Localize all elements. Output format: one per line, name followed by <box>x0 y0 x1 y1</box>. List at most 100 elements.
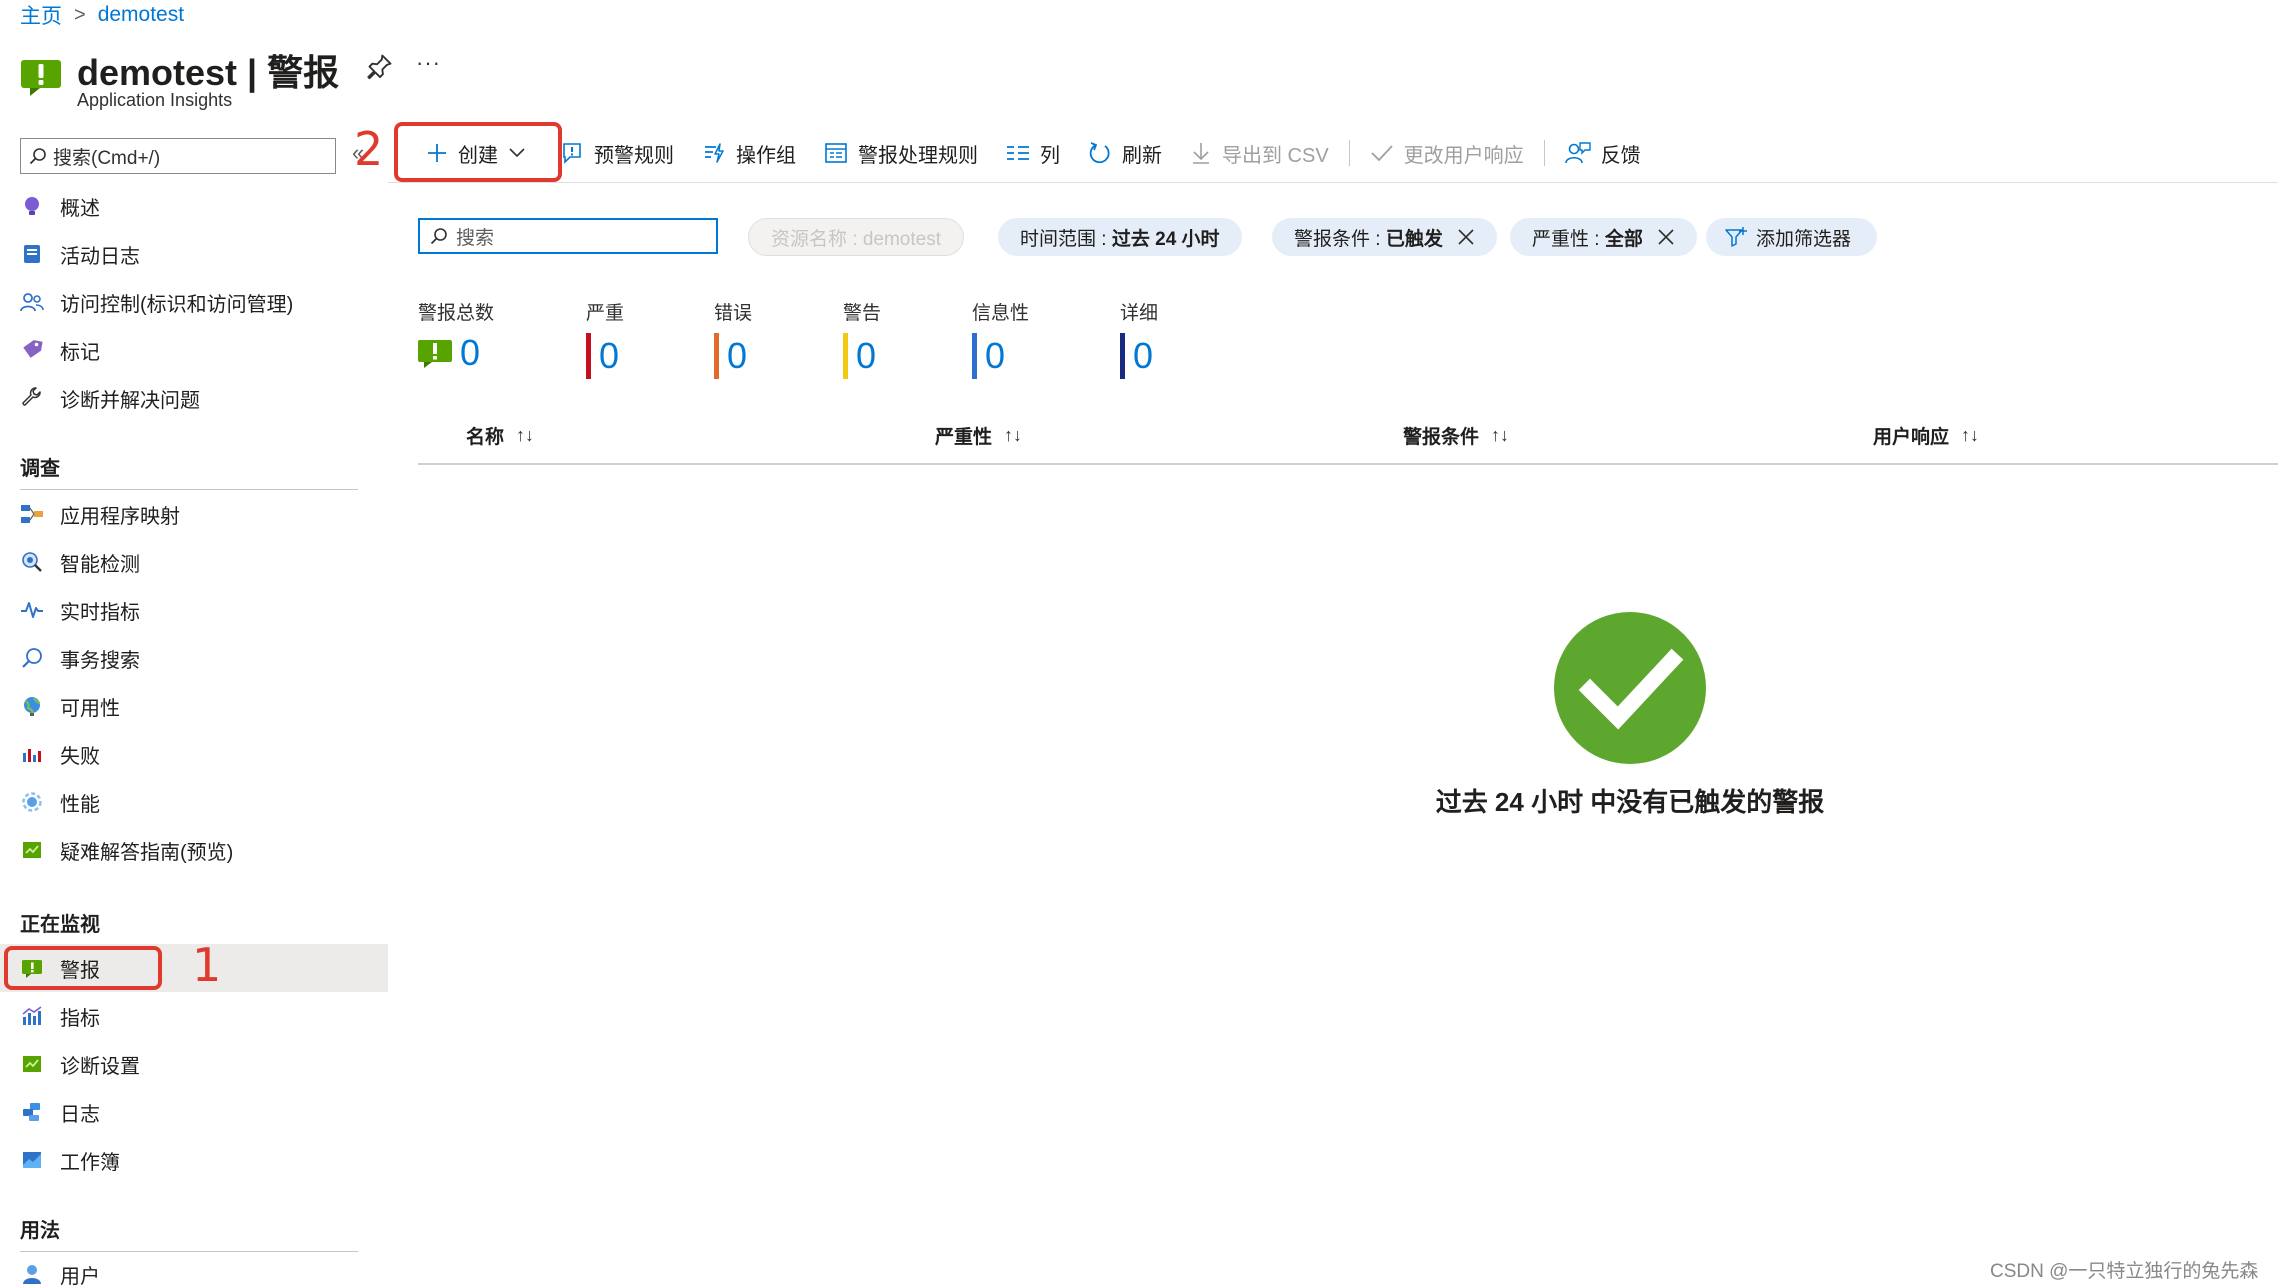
sidebar-item-app-map[interactable]: 应用程序映射 <box>0 490 388 538</box>
column-header-alert-condition[interactable]: 警报条件 ↑↓ <box>1403 422 1509 449</box>
summary-value-row: 0 <box>843 333 881 379</box>
sidebar-item-diagnose[interactable]: 诊断并解决问题 <box>0 374 388 422</box>
refresh-button[interactable]: 刷新 <box>1074 128 1176 178</box>
sidebar-item-performance[interactable]: 性能 <box>0 778 388 826</box>
summary-value[interactable]: 0 <box>856 336 876 376</box>
search-icon <box>430 228 447 245</box>
summary-value[interactable]: 0 <box>1133 336 1153 376</box>
table-header-divider <box>418 463 2278 465</box>
severity-color-bar <box>972 333 977 379</box>
severity-filter[interactable]: 严重性 : 全部 <box>1510 218 1697 256</box>
sidebar-item-diagnostic-settings[interactable]: 诊断设置 <box>0 1040 388 1088</box>
summary-value[interactable]: 0 <box>460 333 480 373</box>
action-groups-button[interactable]: 操作组 <box>688 128 810 178</box>
alert-icon <box>418 340 452 368</box>
sidebar-item-logs[interactable]: 日志 <box>0 1088 388 1136</box>
sidebar-item-workbooks[interactable]: 工作簿 <box>0 1136 388 1184</box>
sidebar-search-input[interactable]: 搜索(Cmd+/) <box>20 138 336 174</box>
sidebar-item-users[interactable]: 用户 <box>0 1250 388 1288</box>
change-user-response-button[interactable]: 更改用户响应 <box>1356 128 1538 178</box>
activity-log-icon <box>20 242 44 266</box>
sidebar-item-metrics[interactable]: 指标 <box>0 992 388 1040</box>
alert-condition-value: 已触发 <box>1385 228 1443 250</box>
sort-icon[interactable]: ↑↓ <box>516 425 534 446</box>
page-subtitle: Application Insights <box>77 90 233 110</box>
sidebar-item-label: 事务搜索 <box>60 649 140 672</box>
sidebar-item-label: 标记 <box>60 341 100 364</box>
guide-icon <box>20 838 44 862</box>
pin-icon[interactable] <box>366 52 394 80</box>
alert-condition-label: 警报条件 : <box>1294 228 1386 250</box>
sidebar-item-failures[interactable]: 失败 <box>0 730 388 778</box>
sort-icon[interactable]: ↑↓ <box>1491 425 1509 446</box>
alert-rules-button[interactable]: 预警规则 <box>546 128 688 178</box>
severity-value: 全部 <box>1604 228 1643 250</box>
summary-label: 详细 <box>1120 303 1159 324</box>
summary-value[interactable]: 0 <box>599 336 619 376</box>
sidebar-item-transaction-search[interactable]: 事务搜索 <box>0 634 388 682</box>
alert-condition-text: 警报条件 : 已触发 <box>1294 224 1443 251</box>
page-title: demotest | 警报 <box>77 52 340 93</box>
people-icon <box>20 290 44 314</box>
search-icon <box>29 148 46 165</box>
time-range-filter[interactable]: 时间范围 : 过去 24 小时 <box>998 218 1242 256</box>
add-filter-label: 添加筛选器 <box>1756 228 1852 250</box>
column-header-user-response[interactable]: 用户响应 ↑↓ <box>1873 422 1979 449</box>
success-checkmark-icon <box>1554 612 1706 764</box>
sidebar-item-access-control[interactable]: 访问控制(标识和访问管理) <box>0 278 388 326</box>
summary-error: 错误 0 <box>714 298 752 379</box>
summary-label: 信息性 <box>972 303 1030 324</box>
breadcrumb-home-link[interactable]: 主页 <box>20 0 62 30</box>
export-csv-button[interactable]: 导出到 CSV <box>1176 128 1343 178</box>
sidebar-item-tags[interactable]: 标记 <box>0 326 388 374</box>
summary-warning: 警告 0 <box>843 298 881 379</box>
summary-value-row: 0 <box>586 333 624 379</box>
summary-value[interactable]: 0 <box>985 336 1005 376</box>
severity-color-bar <box>586 333 591 379</box>
column-header-severity[interactable]: 严重性 ↑↓ <box>935 422 1022 449</box>
close-icon[interactable] <box>1657 228 1675 246</box>
close-icon[interactable] <box>1457 228 1475 246</box>
more-options-button[interactable]: ··· <box>416 50 441 76</box>
processing-rules-button[interactable]: 警报处理规则 <box>810 128 992 178</box>
sidebar-item-troubleshooting-guide[interactable]: 疑难解答指南(预览) <box>0 826 388 874</box>
create-button[interactable]: 创建 <box>410 128 546 178</box>
toolbar-divider-line <box>388 182 2278 183</box>
chevron-right-icon: > <box>74 3 86 26</box>
sort-icon[interactable]: ↑↓ <box>1961 425 1979 446</box>
toolbar-divider <box>1543 140 1545 166</box>
sidebar-item-overview[interactable]: 概述 <box>0 182 388 230</box>
time-range-label: 时间范围 : <box>1020 228 1112 250</box>
columns-button[interactable]: 列 <box>992 128 1074 178</box>
add-filter-icon <box>1725 227 1747 247</box>
breadcrumb-current-link[interactable]: demotest <box>98 3 184 27</box>
sidebar-item-smart-detection[interactable]: 智能检测 <box>0 538 388 586</box>
sidebar-item-live-metrics[interactable]: 实时指标 <box>0 586 388 634</box>
filter-search-input[interactable]: 搜索 <box>418 218 718 254</box>
add-filter-button[interactable]: 添加筛选器 <box>1706 218 1878 256</box>
sort-icon[interactable]: ↑↓ <box>1004 425 1022 446</box>
search-icon <box>20 646 44 670</box>
summary-value[interactable]: 0 <box>727 336 747 376</box>
feedback-label: 反馈 <box>1600 144 1641 167</box>
section-title-investigate: 调查 <box>20 452 358 490</box>
severity-color-bar <box>714 333 719 379</box>
time-range-text: 时间范围 : 过去 24 小时 <box>1020 224 1220 251</box>
alert-condition-filter[interactable]: 警报条件 : 已触发 <box>1272 218 1497 256</box>
sidebar-item-label: 应用程序映射 <box>60 505 180 528</box>
user-icon <box>20 1262 44 1286</box>
severity-color-bar <box>1120 333 1125 379</box>
sidebar-item-availability[interactable]: 可用性 <box>0 682 388 730</box>
annotation-number-1: 1 <box>192 938 222 992</box>
summary-label: 警告 <box>843 303 882 324</box>
severity-label: 严重性 : <box>1532 228 1605 250</box>
watermark: CSDN @一只特立独行的兔先森 <box>1990 1261 2259 1282</box>
feedback-button[interactable]: 反馈 <box>1551 128 1655 178</box>
annotation-box-alerts <box>4 946 162 990</box>
sidebar-item-activity-log[interactable]: 活动日志 <box>0 230 388 278</box>
column-header-name[interactable]: 名称 ↑↓ <box>466 422 534 449</box>
column-header-label: 名称 <box>466 427 505 448</box>
metrics-icon <box>20 1004 44 1028</box>
sidebar-item-label: 指标 <box>60 1007 100 1030</box>
diagnostic-icon <box>20 1052 44 1076</box>
